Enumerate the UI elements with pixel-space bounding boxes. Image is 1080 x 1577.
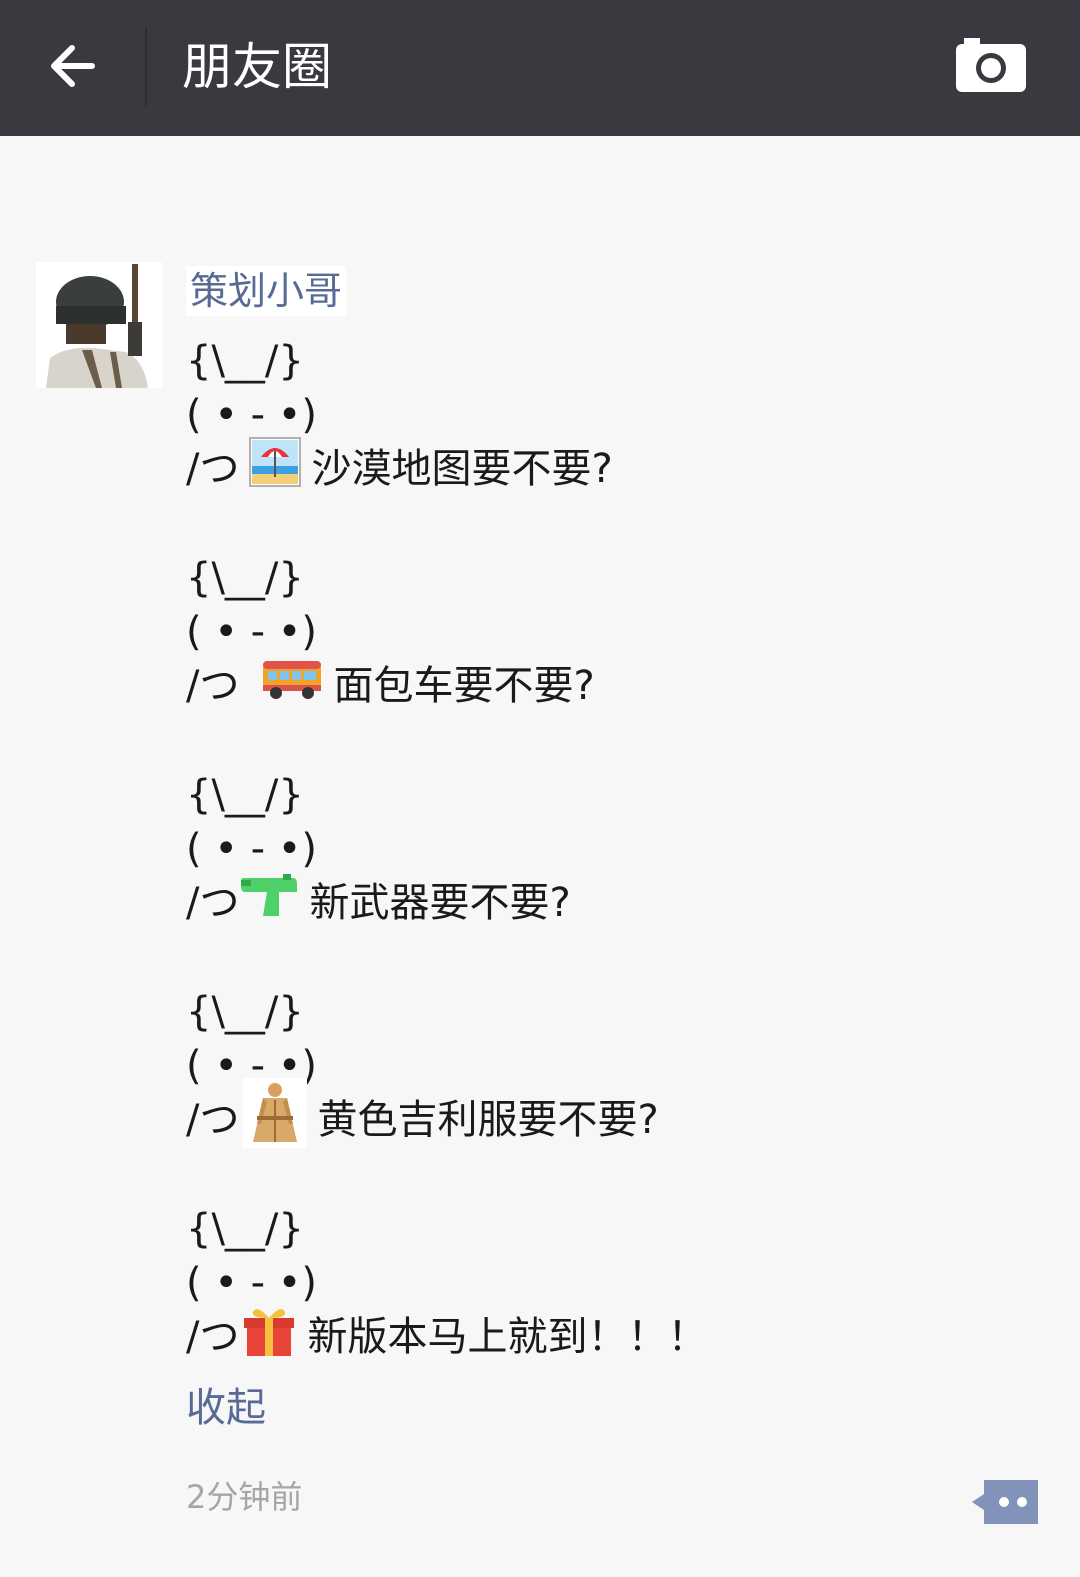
raincoat-icon <box>243 1078 308 1162</box>
bunny-block: {\__/} ( • - •) /つ 沙漠地图要不要? <box>186 334 1046 496</box>
post-timestamp: 2分钟前 <box>186 1478 303 1516</box>
author-name[interactable]: 策划小哥 <box>186 266 347 316</box>
camera-button[interactable] <box>950 30 1034 106</box>
top-bar: 朋友圈 <box>0 0 1080 136</box>
bunny-offer-line: /つ 面包车要不要? <box>186 659 1046 713</box>
beach-umbrella-icon <box>249 437 302 501</box>
back-arrow-icon <box>51 45 95 87</box>
bunny-ears: {\__/} <box>186 989 304 1035</box>
bus-icon <box>261 657 323 715</box>
bunny-face: ( • - •) <box>186 1260 317 1306</box>
bunny-ears: {\__/} <box>186 772 304 818</box>
bunny-hands: /つ <box>186 1314 240 1360</box>
player-avatar <box>36 262 162 388</box>
bunny-hands: /つ <box>186 663 240 709</box>
comment-icon <box>972 1480 1038 1524</box>
bunny-block: {\__/} ( • - •) /つ 新版本马上就到！！！ <box>186 1202 1046 1364</box>
bunny-hands: /つ <box>186 880 240 926</box>
offer-text: 新版本马上就到！！！ <box>307 1314 708 1360</box>
bunny-ears: {\__/} <box>186 555 304 601</box>
bunny-hands: /つ <box>186 1097 240 1143</box>
camera-icon <box>956 38 1026 92</box>
back-button[interactable] <box>30 28 118 108</box>
bunny-ears: {\__/} <box>186 338 304 384</box>
bunny-offer-line: /つ 新版本马上就到！！！ <box>186 1309 1046 1364</box>
bunny-offer-line: /つ 黄色吉利服要不要? <box>186 1078 1046 1148</box>
gift-icon <box>241 1302 297 1372</box>
bunny-face: ( • - •) <box>186 826 317 872</box>
offer-text: 沙漠地图要不要? <box>311 446 613 492</box>
bunny-offer-line: /つ 沙漠地图要不要? <box>186 437 1046 496</box>
collapse-link[interactable]: 收起 <box>186 1380 266 1436</box>
bunny-block: {\__/} ( • - •) /つ 黄色吉利服要不要? <box>186 985 1046 1148</box>
bunny-face: ( • - •) <box>186 392 317 438</box>
page-title: 朋友圈 <box>182 38 332 96</box>
water-pistol-icon <box>239 872 299 934</box>
header-divider <box>145 28 147 106</box>
bunny-ears: {\__/} <box>186 1206 304 1252</box>
bunny-offer-line: /つ 新武器要不要? <box>186 874 1046 930</box>
bunny-block: {\__/} ( • - •) /つ 新武器要不要? <box>186 768 1046 930</box>
post-content: {\__/} ( • - •) /つ 沙漠地图要不要? {\__/} ( • -… <box>186 334 1046 1364</box>
offer-text: 面包车要不要? <box>333 663 595 709</box>
comment-button[interactable] <box>970 1476 1042 1528</box>
offer-text: 新武器要不要? <box>309 880 571 926</box>
bunny-hands: /つ <box>186 446 240 492</box>
bunny-block: {\__/} ( • - •) /つ 面包车要不要? <box>186 551 1046 713</box>
avatar[interactable] <box>36 262 162 388</box>
bunny-face: ( • - •) <box>186 609 317 655</box>
offer-text: 黄色吉利服要不要? <box>317 1097 659 1143</box>
bunny-face: ( • - •) <box>186 1043 317 1089</box>
